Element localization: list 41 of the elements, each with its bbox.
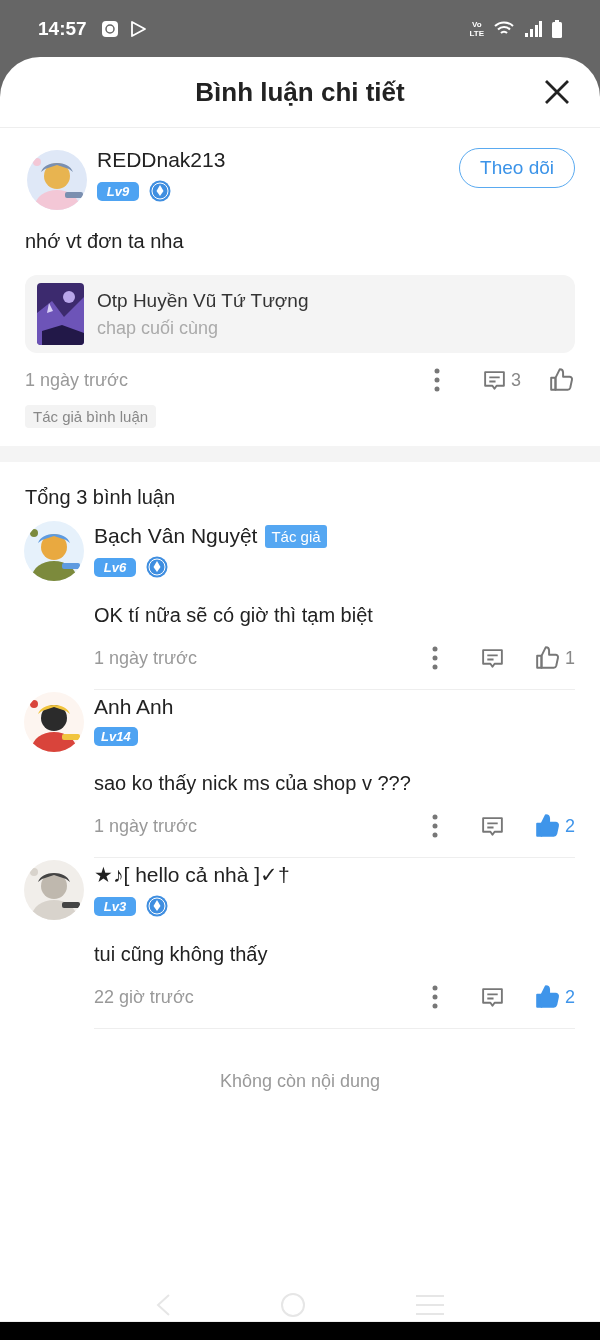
volte-indicator: Vo LTE xyxy=(469,19,484,38)
like-button[interactable] xyxy=(549,367,575,393)
follow-button[interactable]: Theo dõi xyxy=(459,148,575,188)
user-name: Bạch Vân Nguyệt xyxy=(94,524,258,548)
reply-button[interactable]: 3 xyxy=(482,367,521,393)
story-title: Otp Huyền Vũ Tứ Tượng xyxy=(97,289,309,312)
user-name: Anh Anh xyxy=(94,695,174,719)
more-button[interactable] xyxy=(432,646,438,670)
play-icon xyxy=(128,19,147,38)
comment-text: tui cũng không thấy xyxy=(94,943,269,966)
comment-tag: Tác giả bình luận xyxy=(25,405,157,428)
status-time: 14:57 xyxy=(38,17,87,40)
comment-total: Tổng 3 bình luận xyxy=(24,485,177,510)
comment-time: 1 ngày trước xyxy=(94,647,198,669)
level-badge: Lv14 xyxy=(94,727,138,746)
like-button[interactable]: 2 xyxy=(535,984,575,1010)
level-badge: Lv3 xyxy=(94,896,136,916)
comment-text: OK tí nữa sẽ có giờ thì tạm biệt xyxy=(94,604,374,627)
comment-text: nhớ vt đơn ta nha xyxy=(25,230,185,253)
user-name: ★♪[ hello cả nhà ]✓† xyxy=(94,863,290,887)
comment-time: 1 ngày trước xyxy=(25,369,129,391)
battery-icon xyxy=(552,19,562,38)
chapter-title: chap cuối cùng xyxy=(97,317,220,339)
author-tag: Tác giả xyxy=(265,524,327,548)
close-icon xyxy=(544,79,570,105)
sheet-title: Bình luận chi tiết xyxy=(195,76,405,108)
like-button[interactable]: 2 xyxy=(535,813,575,839)
comment-time: 22 giờ trước xyxy=(94,986,195,1008)
level-badge: Lv9 xyxy=(97,181,139,201)
signal-icon xyxy=(524,20,542,37)
like-button[interactable]: 1 xyxy=(535,645,575,671)
more-button[interactable] xyxy=(432,814,438,838)
user-name: REDDnak213 xyxy=(97,148,226,172)
more-button[interactable] xyxy=(432,985,438,1009)
more-button[interactable] xyxy=(434,368,440,392)
comment-time: 1 ngày trước xyxy=(94,815,198,837)
close-button[interactable] xyxy=(544,79,570,105)
level-badge: Lv6 xyxy=(94,557,136,577)
story-card[interactable]: Otp Huyền Vũ Tứ Tượng chap cuối cùng xyxy=(25,275,575,353)
comment-text: sao ko thấy nick ms của shop v ??? xyxy=(94,772,412,795)
end-of-list-text: Không còn nội dung xyxy=(219,1071,381,1092)
